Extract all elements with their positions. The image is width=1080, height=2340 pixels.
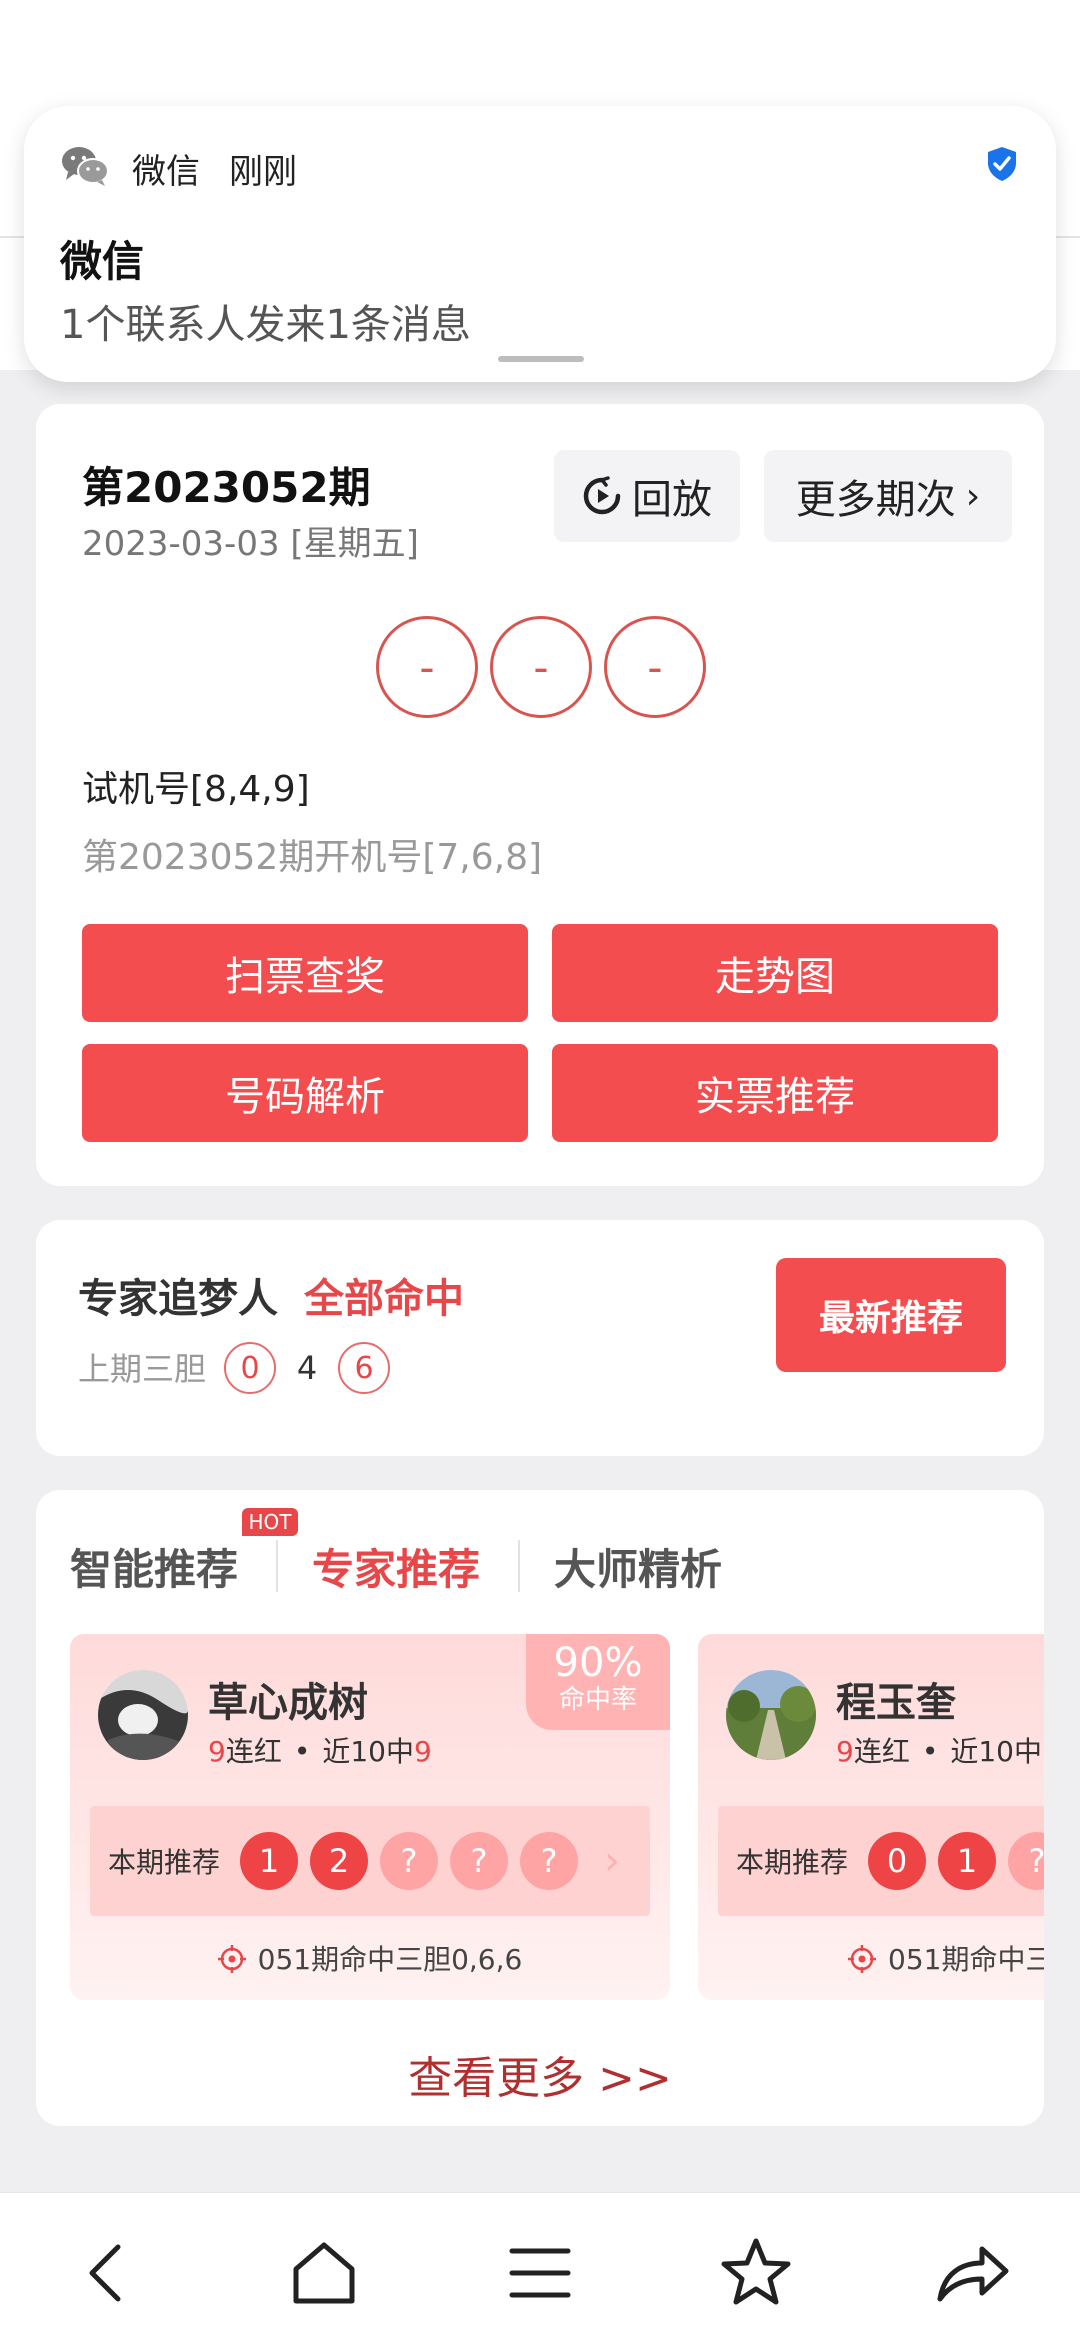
- expert-name: 程玉奎: [836, 1680, 956, 1726]
- home-icon[interactable]: [284, 2233, 364, 2313]
- tab-smart-recommend[interactable]: 智能推荐: [70, 1536, 238, 1597]
- tab-divider: [276, 1540, 278, 1592]
- replay-button[interactable]: 回放: [554, 450, 740, 542]
- wechat-icon: [62, 147, 109, 186]
- avatar: [726, 1670, 816, 1760]
- expert-streak: 9连红 • 近10中: [836, 1735, 1042, 1768]
- recommendation-card: HOT 智能推荐 专家推荐 大师精析 草心成树 9连红 • 近10中9 90% 命中…: [36, 1490, 1044, 2126]
- star-icon[interactable]: [716, 2233, 796, 2313]
- pick-ball: 0: [868, 1832, 927, 1890]
- tab-master-analysis[interactable]: 大师精析: [554, 1536, 722, 1597]
- expert-card[interactable]: 程玉奎 9连红 • 近10中 本期推荐 0 1 ? 051期命中三: [698, 1634, 1044, 2000]
- latest-recommend-button[interactable]: 最新推荐: [776, 1258, 1006, 1372]
- opening-number: 第2023052期开机号[7,6,8]: [82, 837, 543, 878]
- expert-streak: 9连红 • 近10中9: [208, 1735, 432, 1768]
- pick-ball-hidden: ?: [380, 1832, 439, 1890]
- bottom-toolbar: [0, 2192, 1080, 2340]
- hot-badge: HOT: [242, 1508, 298, 1536]
- view-more-link[interactable]: 查看更多 >>: [36, 2042, 1044, 2106]
- draw-ball: -: [604, 616, 706, 718]
- more-issues-button[interactable]: 更多期次 ›: [764, 450, 1012, 542]
- share-icon[interactable]: [932, 2233, 1012, 2313]
- trend-chart-button[interactable]: 走势图: [552, 924, 998, 1022]
- hit-rate-label: 命中率: [558, 1685, 637, 1715]
- trial-number: 试机号[8,4,9]: [82, 769, 310, 810]
- draw-ball: -: [490, 616, 592, 718]
- expert-card[interactable]: 草心成树 9连红 • 近10中9 90% 命中率 本期推荐 1 2 ? ? ? › …: [70, 1634, 670, 2000]
- hit-record: 051期命中三: [698, 1938, 1044, 1978]
- pick-ball-hidden: ?: [450, 1832, 509, 1890]
- draw-ball: -: [376, 616, 478, 718]
- hit-rate-value: 90%: [553, 1640, 643, 1686]
- last-three-label: 上期三胆: [78, 1350, 207, 1388]
- shield-check-icon: [988, 147, 1016, 181]
- expert-name: 专家追梦人: [78, 1276, 278, 1322]
- pick-ball-hidden: ?: [520, 1832, 579, 1890]
- expert-result: 全部命中: [304, 1276, 464, 1322]
- plain-number: 4: [296, 1349, 318, 1387]
- replay-icon: [583, 476, 621, 515]
- chevron-right-icon: ›: [604, 1838, 621, 1884]
- expert-name: 草心成树: [208, 1680, 368, 1726]
- tab-divider: [518, 1540, 520, 1592]
- more-issues-label: 更多期次: [795, 477, 956, 523]
- notification-title: 微信: [60, 237, 145, 286]
- current-picks[interactable]: 本期推荐 1 2 ? ? ? ›: [90, 1806, 650, 1916]
- target-icon: [848, 1945, 876, 1973]
- pick-ball: 1: [938, 1832, 997, 1890]
- notification-message: 1个联系人发来1条消息: [60, 302, 471, 348]
- tab-expert-recommend[interactable]: 专家推荐: [312, 1536, 480, 1597]
- menu-icon[interactable]: [500, 2233, 580, 2313]
- current-picks[interactable]: 本期推荐 0 1 ?: [718, 1806, 1044, 1916]
- notification-drag-handle[interactable]: [498, 356, 584, 362]
- issue-date: 2023-03-03 [星期五]: [82, 524, 419, 564]
- pick-ball: 1: [240, 1832, 299, 1890]
- hit-number: 6: [338, 1342, 390, 1394]
- hit-number: 0: [224, 1342, 276, 1394]
- hit-record: 051期命中三胆0,6,6: [70, 1938, 670, 1978]
- pick-label: 本期推荐: [108, 1846, 221, 1879]
- pick-ball: 2: [310, 1832, 369, 1890]
- scan-ticket-button[interactable]: 扫票查奖: [82, 924, 528, 1022]
- real-ticket-button[interactable]: 实票推荐: [552, 1044, 998, 1142]
- notification-time: 刚刚: [229, 152, 297, 192]
- back-icon[interactable]: [68, 2233, 148, 2313]
- notification-app-name: 微信: [132, 152, 200, 192]
- avatar: [98, 1670, 188, 1760]
- issue-number: 第2023052期: [82, 463, 371, 512]
- hit-rate-badge: 90% 命中率: [526, 1634, 670, 1730]
- pick-label: 本期推荐: [736, 1846, 849, 1879]
- target-icon: [217, 1945, 246, 1973]
- wechat-notification[interactable]: 微信 刚刚 微信 1个联系人发来1条消息: [24, 106, 1056, 382]
- pick-ball-hidden: ?: [1008, 1832, 1044, 1890]
- draw-result-card: 第2023052期 2023-03-03 [星期五] 回放 更多期次 › - -…: [36, 404, 1044, 1186]
- chevron-right-icon: ›: [965, 475, 981, 517]
- number-analysis-button[interactable]: 号码解析: [82, 1044, 528, 1142]
- replay-label: 回放: [632, 477, 712, 523]
- last-three-numbers: 0 4 6: [224, 1342, 390, 1394]
- draw-balls: - - -: [376, 616, 706, 718]
- expert-banner-card: 专家追梦人 全部命中 上期三胆 0 4 6 最新推荐: [36, 1220, 1044, 1456]
